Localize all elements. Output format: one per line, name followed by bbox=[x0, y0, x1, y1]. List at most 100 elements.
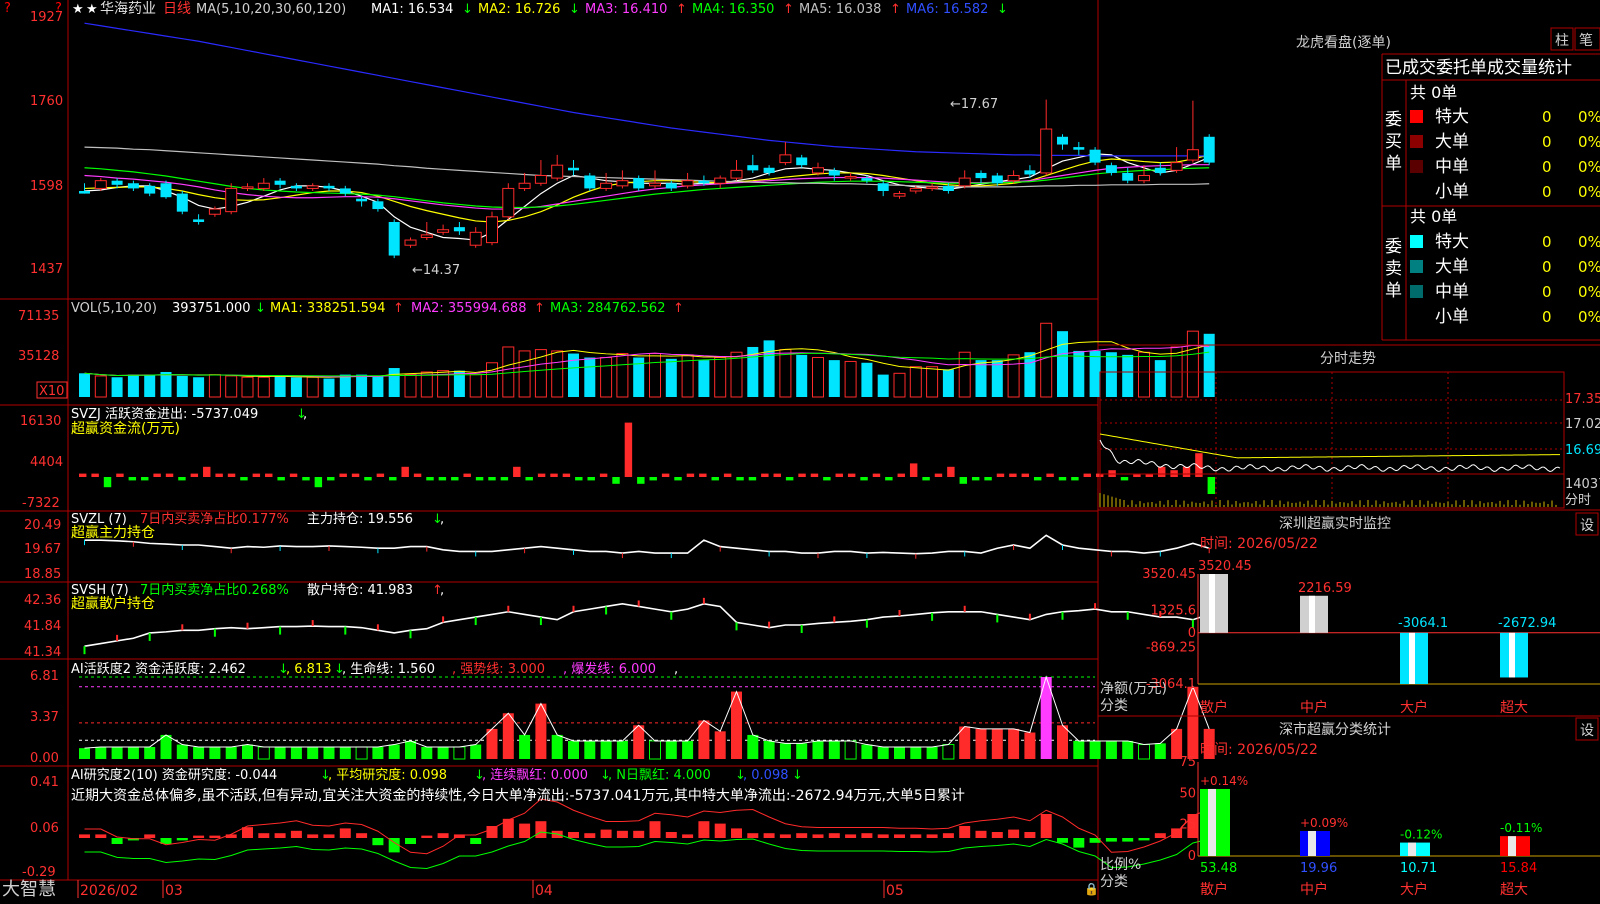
ai2-bar bbox=[274, 833, 286, 838]
fund-flow-bar bbox=[1120, 477, 1129, 481]
ai2-bar bbox=[1024, 832, 1036, 838]
ai1-header-d: , 强势线: 3.000 bbox=[452, 661, 545, 677]
volume-bar bbox=[518, 350, 531, 398]
period-label[interactable]: 日线 bbox=[163, 1, 191, 17]
title-arrow-icon[interactable]: ? bbox=[4, 1, 11, 16]
legend-swatch bbox=[1410, 110, 1423, 123]
volume-bar bbox=[649, 353, 661, 398]
candle-body bbox=[877, 183, 889, 192]
ai1-bar bbox=[274, 746, 286, 759]
candle-body bbox=[502, 187, 515, 218]
candle-body bbox=[649, 182, 661, 187]
svsh-subtitle: 超赢散户持仓 bbox=[71, 595, 155, 612]
volume-bar bbox=[225, 375, 238, 398]
volume-bar bbox=[274, 375, 286, 397]
vol-ma2: MA2: 355994.688 bbox=[411, 301, 526, 316]
ai2-bar bbox=[633, 830, 645, 838]
fund-flow-bar bbox=[289, 473, 298, 477]
row-count: 0 bbox=[1542, 308, 1552, 326]
sz-monitor-y-tick: -869.25 bbox=[1146, 640, 1196, 655]
x-label-0: 2026/02 bbox=[80, 883, 138, 899]
candle-body bbox=[1203, 136, 1215, 163]
fund-flow-bar bbox=[451, 477, 459, 481]
volume-bar bbox=[356, 374, 368, 397]
ma5-label: MA5: 16.038 bbox=[799, 2, 881, 17]
ai2-bar bbox=[584, 833, 596, 838]
volume-bar bbox=[339, 374, 351, 397]
row-count: 0 bbox=[1542, 158, 1552, 176]
y-tick-ai1-0: 6.81 bbox=[30, 669, 59, 684]
row-count: 0 bbox=[1542, 283, 1552, 301]
sz-class-value-label: 19.96 bbox=[1300, 861, 1337, 876]
volume-bar bbox=[323, 378, 335, 397]
fund-flow-bar bbox=[798, 473, 806, 477]
sz-class-axis-label2: 分类 bbox=[1100, 874, 1128, 890]
ai2-bar bbox=[111, 838, 123, 844]
candle-body bbox=[241, 186, 254, 189]
vol-unit: X10 bbox=[39, 384, 64, 399]
fund-flow-bar bbox=[686, 473, 695, 477]
ai1-bar bbox=[1057, 725, 1068, 759]
sz-monitor-settings-label[interactable]: 设 bbox=[1580, 518, 1594, 534]
fund-flow-bar bbox=[785, 477, 794, 481]
ai1-bar bbox=[95, 746, 107, 759]
volume-bar bbox=[372, 375, 384, 397]
fund-flow-bar bbox=[351, 473, 360, 477]
fund-flow-bar bbox=[748, 477, 757, 481]
fund-flow-bar bbox=[389, 477, 397, 481]
tick-mode-label[interactable]: 笔 bbox=[1579, 33, 1593, 49]
favorite-star-icon-2[interactable]: ★ bbox=[86, 2, 98, 17]
fund-flow-bar bbox=[79, 473, 87, 477]
candle-body bbox=[1186, 149, 1199, 161]
candle-body bbox=[828, 170, 840, 176]
row-count: 0 bbox=[1542, 108, 1552, 126]
ai1-bar bbox=[307, 746, 319, 759]
candle-body bbox=[975, 172, 987, 179]
candle-body bbox=[79, 191, 90, 194]
candle-body bbox=[323, 185, 335, 189]
candle-body bbox=[94, 180, 107, 189]
volume-bar bbox=[404, 374, 417, 398]
sz-monitor-bar-highlight bbox=[1209, 574, 1215, 633]
sz-class-y-tick: 75 bbox=[1179, 755, 1196, 770]
volume-bar bbox=[290, 377, 302, 397]
ai2-bar bbox=[616, 830, 628, 838]
candle-body bbox=[779, 154, 792, 164]
legend-swatch bbox=[1410, 235, 1423, 248]
buy-side-label-char: 买 bbox=[1385, 132, 1402, 152]
ai1-bar bbox=[1105, 740, 1117, 759]
fund-flow-bar bbox=[438, 477, 447, 481]
ai2-bar bbox=[1122, 838, 1134, 842]
title-arrow-icon-2[interactable]: ? bbox=[55, 1, 62, 16]
volume-bar bbox=[828, 360, 840, 397]
fund-flow-bar bbox=[773, 473, 781, 477]
lock-icon[interactable]: 🔒 bbox=[1084, 882, 1099, 896]
volume-bar bbox=[1138, 351, 1150, 398]
favorite-star-icon[interactable]: ★ bbox=[72, 2, 84, 17]
sell-side-label-char: 单 bbox=[1385, 281, 1402, 301]
ai1-bar bbox=[437, 746, 449, 759]
fund-flow-bar bbox=[947, 466, 955, 477]
vol-value: 393751.000 bbox=[172, 301, 251, 316]
sz-class-settings-label[interactable]: 设 bbox=[1580, 723, 1594, 739]
sz-class-change-label: -0.11% bbox=[1500, 821, 1542, 835]
sz-class-value-label: 10.71 bbox=[1400, 861, 1437, 876]
row-pct: 0% bbox=[1578, 108, 1600, 126]
candle-body bbox=[290, 185, 302, 189]
candle-body bbox=[926, 186, 939, 189]
fund-flow-bar bbox=[1058, 477, 1067, 481]
ai1-bar bbox=[861, 744, 873, 759]
sell-total: 共 0单 bbox=[1410, 207, 1457, 226]
buy-side-label-char: 单 bbox=[1385, 154, 1402, 174]
ai2-header-a: AI研究度2(10) 资金研究度: -0.044 bbox=[71, 767, 277, 783]
vol-ma3-arrow-icon: ↑ bbox=[673, 301, 684, 316]
candle-body bbox=[812, 167, 824, 174]
volume-bar bbox=[698, 360, 710, 397]
volume-bar bbox=[127, 374, 139, 397]
bar-mode-label[interactable]: 柱 bbox=[1555, 33, 1569, 49]
fund-flow-bar bbox=[252, 473, 261, 477]
candle-body bbox=[437, 229, 450, 233]
ai2-bar bbox=[1138, 838, 1150, 841]
candle-body bbox=[1040, 128, 1053, 174]
ai1-bar bbox=[470, 744, 482, 759]
